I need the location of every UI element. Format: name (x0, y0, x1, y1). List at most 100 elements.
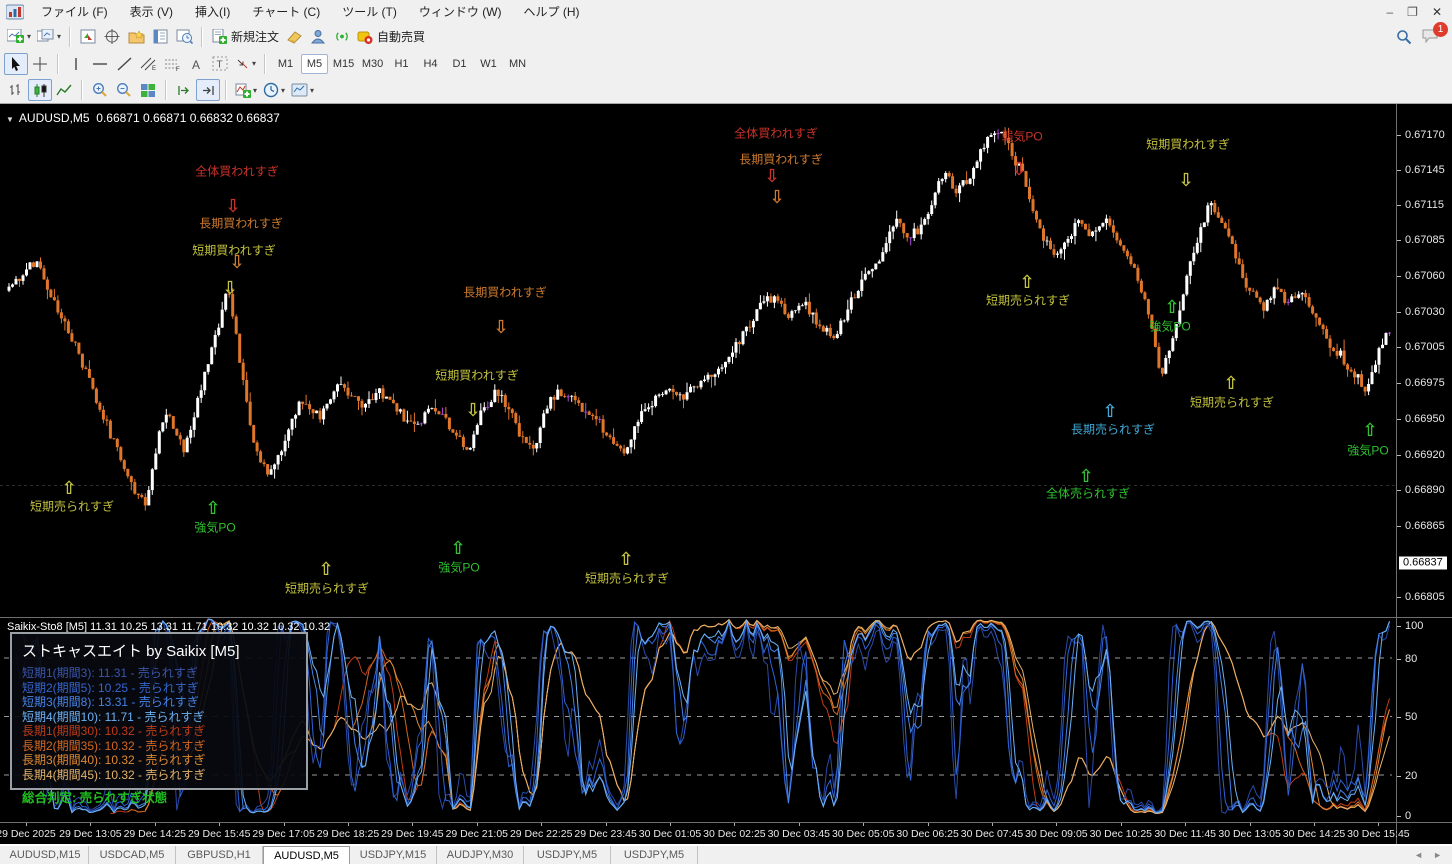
strategy-tester-button[interactable] (172, 26, 196, 48)
chart-dropdown-icon[interactable]: ▼ (6, 115, 14, 124)
chart-tab-audusd-m5[interactable]: AUDUSD,M5 (263, 846, 350, 864)
indicator-axis[interactable]: 1008050200 (1396, 618, 1452, 822)
window-restore-button[interactable]: ❐ (1407, 5, 1418, 19)
chart-shift-button[interactable] (196, 79, 220, 101)
price-tick (1397, 347, 1401, 348)
signal-arrow-up: ⇧ (318, 561, 333, 579)
menu-v[interactable]: 表示 (V) (119, 0, 184, 23)
indicator-pane: Saikix-Sto8 [M5] 11.31 10.25 13.31 11.71… (0, 617, 1452, 822)
periods-button[interactable]: ▾ (260, 79, 288, 101)
text-label-tool-button[interactable]: T (208, 53, 232, 75)
time-label: 30 Dec 14:25 (1283, 828, 1345, 840)
menu-w[interactable]: ウィンドウ (W) (408, 0, 513, 23)
menu-i[interactable]: 挿入(I) (184, 0, 241, 23)
timeframe-d1[interactable]: D1 (446, 54, 473, 74)
experts-icon (310, 29, 326, 44)
indicator-axis-label: 0 (1405, 810, 1411, 822)
data-window-button[interactable] (100, 26, 124, 48)
zoom-out-icon (116, 82, 132, 98)
chart-tab-usdjpy-m5[interactable]: USDJPY,M5 (611, 846, 698, 864)
candlestick-chart-button[interactable] (28, 79, 52, 101)
signal-label: 全体買われすぎ (195, 163, 278, 180)
profiles-button[interactable]: ▾ (34, 26, 64, 48)
toolbar-separator (225, 80, 227, 100)
autotrading-icon (357, 29, 373, 44)
price-axis[interactable]: 0.671700.671450.671150.670850.670600.670… (1396, 104, 1452, 617)
cursor-tool-button[interactable] (4, 53, 28, 75)
text-tool-button[interactable]: A (184, 53, 208, 75)
dropdown-caret-icon: ▾ (253, 86, 257, 95)
dropdown-caret-icon: ▾ (310, 86, 314, 95)
arrows-tool-button[interactable]: ▾ (232, 53, 259, 75)
timeframe-h1[interactable]: H1 (388, 54, 415, 74)
chart-tab-audjpy-m30[interactable]: AUDJPY,M30 (437, 846, 524, 864)
chart-tab-usdjpy-m15[interactable]: USDJPY,M15 (350, 846, 437, 864)
price-tick (1397, 490, 1401, 491)
stochastic-reading: 長期1(期間30): 10.32 - 売られすぎ (22, 724, 296, 739)
tile-windows-button[interactable] (136, 79, 160, 101)
indicators-button[interactable]: ▾ (232, 79, 260, 101)
menu-c[interactable]: チャート (C) (241, 0, 331, 23)
fibonacci-tool-button[interactable]: F (160, 53, 184, 75)
trendline-icon (117, 57, 132, 71)
indicator-axis-label: 20 (1405, 770, 1417, 782)
vertical-line-tool-button[interactable] (64, 53, 88, 75)
signals-icon (334, 29, 350, 44)
new-order-button[interactable]: 新規注文 (208, 26, 282, 48)
horizontal-line-tool-button[interactable] (88, 53, 112, 75)
line-chart-button[interactable] (52, 79, 76, 101)
experts-button[interactable] (306, 26, 330, 48)
app-logo-icon (6, 4, 24, 20)
autotrading-button[interactable]: 自動売買 (354, 26, 428, 48)
tab-scroll-left-icon[interactable]: ◄ (1414, 850, 1423, 860)
chart-symbol: AUDUSD,M5 (19, 111, 90, 125)
trendline-tool-button[interactable] (112, 53, 136, 75)
chart-plot-area[interactable]: ▼AUDUSD,M5 0.66871 0.66871 0.66832 0.668… (0, 104, 1396, 617)
timeframe-h4[interactable]: H4 (417, 54, 444, 74)
bar-chart-button[interactable] (4, 79, 28, 101)
timeframe-m5[interactable]: M5 (301, 54, 328, 74)
signal-label: 短期買われすぎ (1146, 136, 1229, 153)
channel-tool-button[interactable]: E (136, 53, 160, 75)
chart-tab-usdjpy-m5[interactable]: USDJPY,M5 (524, 846, 611, 864)
dropdown-caret-icon: ▾ (281, 86, 285, 95)
timeframe-m15[interactable]: M15 (330, 54, 357, 74)
svg-text:A: A (192, 58, 200, 71)
indicator-plot-area[interactable]: Saikix-Sto8 [M5] 11.31 10.25 13.31 11.71… (0, 618, 1396, 822)
horizontal-line-icon (92, 57, 108, 71)
menu-h[interactable]: ヘルプ (H) (513, 0, 591, 23)
zoom-out-button[interactable] (112, 79, 136, 101)
zoom-in-button[interactable] (88, 79, 112, 101)
menu-t[interactable]: ツール (T) (331, 0, 408, 23)
metaeditor-button[interactable] (282, 26, 306, 48)
chart-tab-audusd-m15[interactable]: AUDUSD,M15 (2, 846, 89, 864)
timeframe-m30[interactable]: M30 (359, 54, 386, 74)
notifications-button[interactable]: 1 (1422, 28, 1440, 46)
chart-tab-usdcad-m5[interactable]: USDCAD,M5 (89, 846, 176, 864)
market-watch-button[interactable] (76, 26, 100, 48)
window-close-button[interactable]: ✕ (1432, 5, 1442, 19)
timeframe-w1[interactable]: W1 (475, 54, 502, 74)
indicator-axis-label: 80 (1405, 653, 1417, 665)
navigator-button[interactable] (124, 26, 148, 48)
window-minimize-button[interactable]: – (1386, 5, 1393, 19)
crosshair-tool-button[interactable] (28, 53, 52, 75)
signal-label: 長期買われすぎ (739, 151, 822, 168)
timeframe-m1[interactable]: M1 (272, 54, 299, 74)
search-icon[interactable] (1396, 29, 1412, 45)
new-chart-button[interactable]: ▾ (4, 26, 34, 48)
timeframe-mn[interactable]: MN (504, 54, 531, 74)
tab-scroll-right-icon[interactable]: ► (1433, 850, 1442, 860)
auto-scroll-button[interactable] (172, 79, 196, 101)
templates-button[interactable]: ▾ (288, 79, 317, 101)
signal-label: 短期売られすぎ (30, 498, 114, 515)
chart-tab-gbpusd-h1[interactable]: GBPUSD,H1 (176, 846, 263, 864)
standard-toolbar: ▾ ▾ 新規注文 自動売買 1 (0, 23, 1452, 50)
menu-f[interactable]: ファイル (F) (30, 0, 119, 23)
time-axis[interactable]: 29 Dec 202529 Dec 13:0529 Dec 14:2529 De… (0, 823, 1396, 844)
time-label: 30 Dec 01:05 (639, 828, 701, 840)
signals-button[interactable] (330, 26, 354, 48)
notification-badge: 1 (1433, 22, 1448, 37)
terminal-button[interactable] (148, 26, 172, 48)
cursor-icon (10, 57, 22, 71)
